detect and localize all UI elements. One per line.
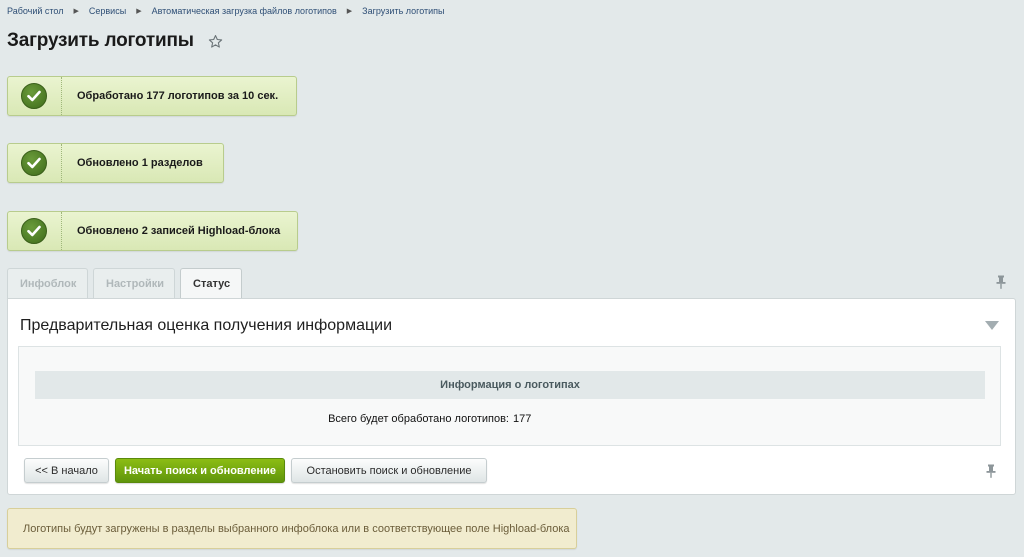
tab-infoblock[interactable]: Инфоблок	[7, 268, 88, 298]
page-title: Загрузить логотипы	[7, 30, 194, 51]
check-icon	[21, 83, 47, 109]
message-text: Обработано 177 логотипов за 10 сек.	[77, 90, 279, 102]
info-header: Информация о логотипах	[35, 371, 985, 399]
chevron-right-icon: ▶	[136, 8, 142, 15]
breadcrumb-item-current[interactable]: Загрузить логотипы	[362, 6, 444, 16]
triangle-down-icon[interactable]	[985, 321, 999, 330]
pin-icon[interactable]	[996, 275, 1006, 289]
success-message: Обработано 177 логотипов за 10 сек.	[7, 76, 297, 116]
pin-icon[interactable]	[986, 464, 996, 478]
success-message: Обновлено 1 разделов	[7, 143, 224, 183]
message-text: Обновлено 2 записей Highload-блока	[77, 225, 281, 237]
breadcrumb-item-auto-load[interactable]: Автоматическая загрузка файлов логотипов	[152, 6, 337, 16]
breadcrumb: Рабочий стол ▶ Сервисы ▶ Автоматическая …	[7, 6, 445, 16]
total-label: Всего будет обработано логотипов:	[328, 413, 509, 425]
info-note: Логотипы будут загружены в разделы выбра…	[7, 508, 577, 549]
back-to-start-button[interactable]: << В начало	[24, 458, 109, 483]
check-icon	[21, 218, 47, 244]
total-value: 177	[513, 413, 532, 425]
title-row: Загрузить логотипы	[7, 30, 223, 52]
breadcrumb-item-services[interactable]: Сервисы	[89, 6, 126, 16]
message-divider	[61, 212, 62, 250]
message-text: Обновлено 1 разделов	[77, 157, 203, 169]
stop-search-button[interactable]: Остановить поиск и обновление	[291, 458, 487, 483]
success-message: Обновлено 2 записей Highload-блока	[7, 211, 298, 251]
chevron-right-icon: ▶	[346, 8, 353, 15]
tab-settings[interactable]: Настройки	[93, 268, 175, 298]
chevron-right-icon: ▶	[73, 8, 79, 15]
message-divider	[61, 77, 62, 115]
tab-bar: Инфоблок Настройки Статус	[7, 268, 247, 298]
start-search-button[interactable]: Начать поиск и обновление	[115, 458, 285, 483]
info-box: Информация о логотипах Всего будет обраб…	[18, 346, 1001, 446]
section-heading: Предварительная оценка получения информа…	[20, 317, 393, 334]
message-divider	[61, 144, 62, 182]
breadcrumb-item-desktop[interactable]: Рабочий стол	[7, 6, 64, 16]
star-icon[interactable]	[208, 34, 223, 49]
check-icon	[21, 150, 47, 176]
tab-status[interactable]: Статус	[180, 268, 242, 298]
